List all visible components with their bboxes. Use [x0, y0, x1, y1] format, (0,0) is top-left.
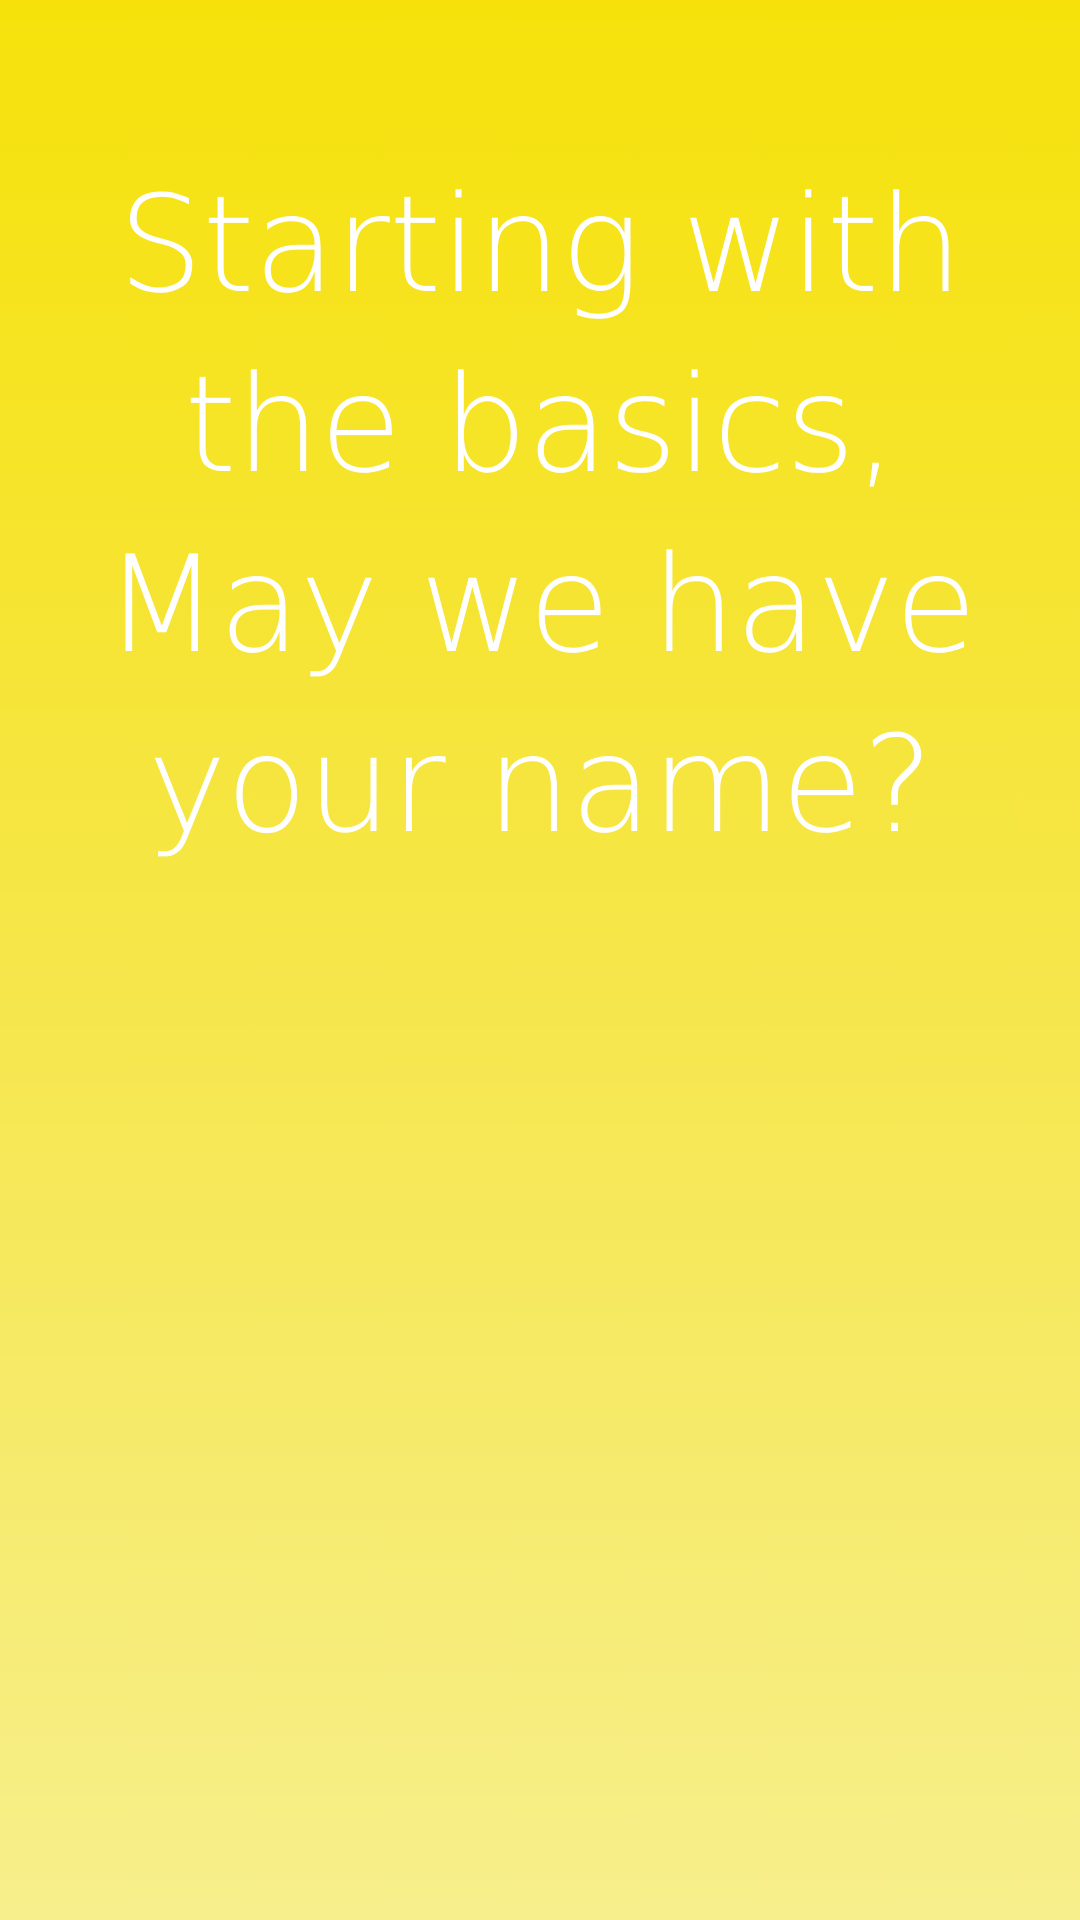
prompt-line-4: your name? — [147, 707, 933, 863]
prompt-line-2: the basics, — [184, 347, 897, 503]
prompt-line-1: Starting with — [118, 167, 963, 323]
onboarding-screen: Starting with the basics, May we have yo… — [0, 0, 1080, 1920]
prompt-line-3: May we have — [103, 527, 977, 683]
name-prompt-heading: Starting with the basics, May we have yo… — [0, 155, 1080, 875]
